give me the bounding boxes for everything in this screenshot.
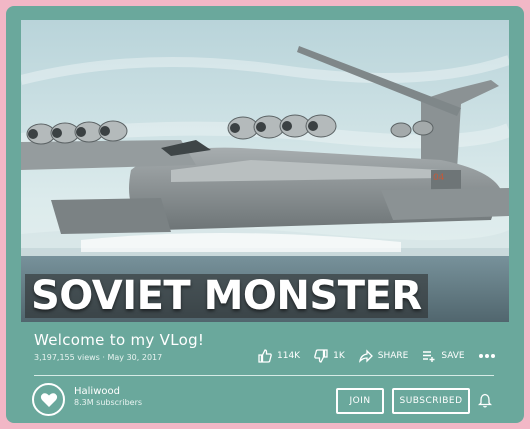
share-icon bbox=[358, 349, 373, 363]
channel-avatar[interactable] bbox=[32, 383, 65, 416]
subscriber-count: 8.3M subscribers bbox=[74, 398, 143, 407]
meta-separator: · bbox=[99, 353, 108, 362]
share-button[interactable]: SHARE bbox=[358, 349, 409, 363]
thumbs-down-icon bbox=[314, 349, 328, 363]
save-label: SAVE bbox=[441, 351, 465, 361]
svg-text:04: 04 bbox=[433, 173, 445, 183]
view-count: 3,197,155 views bbox=[34, 353, 100, 362]
more-dots-icon bbox=[478, 354, 497, 358]
dislike-count: 1K bbox=[333, 351, 345, 361]
share-label: SHARE bbox=[377, 351, 409, 361]
publish-date: May 30, 2017 bbox=[107, 353, 163, 362]
dislike-button[interactable]: 1K bbox=[314, 349, 345, 363]
video-thumbnail[interactable]: 04 SOVIET MONSTER bbox=[21, 20, 509, 322]
more-options-button[interactable] bbox=[478, 354, 497, 358]
divider bbox=[34, 375, 494, 376]
video-meta: 3,197,155 views · May 30, 2017 bbox=[34, 353, 162, 362]
join-button[interactable]: JOIN bbox=[336, 388, 384, 414]
action-bar: 114K 1K SHARE SAVE bbox=[258, 344, 497, 368]
thumbnail-caption: SOVIET MONSTER bbox=[25, 274, 428, 318]
heart-icon bbox=[40, 392, 57, 407]
like-button[interactable]: 114K bbox=[258, 349, 300, 363]
bell-icon bbox=[477, 393, 493, 408]
save-button[interactable]: SAVE bbox=[422, 349, 465, 363]
thumbs-up-icon bbox=[258, 349, 272, 363]
like-count: 114K bbox=[277, 351, 301, 361]
notification-bell-button[interactable] bbox=[477, 393, 493, 412]
video-title: Welcome to my VLog! bbox=[34, 331, 205, 349]
video-card: 04 SOVIET MONSTER Welcome to my VLog! 3,… bbox=[6, 6, 524, 423]
channel-name[interactable]: Haliwood bbox=[74, 386, 120, 397]
subscribed-button[interactable]: SUBSCRIBED bbox=[392, 388, 470, 414]
playlist-add-icon bbox=[423, 351, 435, 362]
